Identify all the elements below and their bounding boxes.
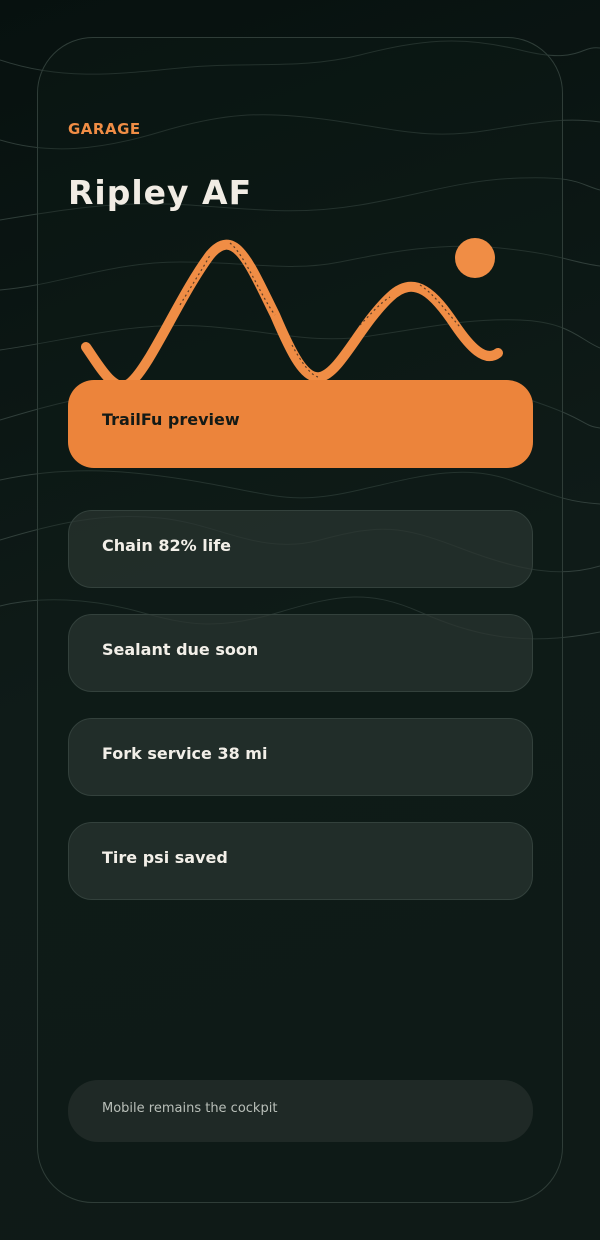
status-card-sealant[interactable]: Sealant due soon: [68, 614, 533, 692]
status-card-label: Sealant due soon: [102, 639, 259, 659]
page-title: Ripley AF: [68, 173, 253, 212]
status-card-label: Tire psi saved: [102, 847, 228, 867]
status-card-fork-service[interactable]: Fork service 38 mi: [68, 718, 533, 796]
footer-note: Mobile remains the cockpit: [68, 1080, 533, 1142]
trailfu-preview-button[interactable]: TrailFu preview: [68, 380, 533, 468]
status-card-tire-psi[interactable]: Tire psi saved: [68, 822, 533, 900]
section-eyebrow: GARAGE: [68, 120, 141, 138]
status-card-label: Chain 82% life: [102, 535, 232, 555]
footer-note-label: Mobile remains the cockpit: [102, 1100, 278, 1116]
status-card-chain[interactable]: Chain 82% life: [68, 510, 533, 588]
status-card-label: Fork service 38 mi: [102, 743, 268, 763]
trail-line-sun-illustration-icon: [81, 238, 503, 391]
trailfu-preview-label: TrailFu preview: [102, 409, 240, 429]
